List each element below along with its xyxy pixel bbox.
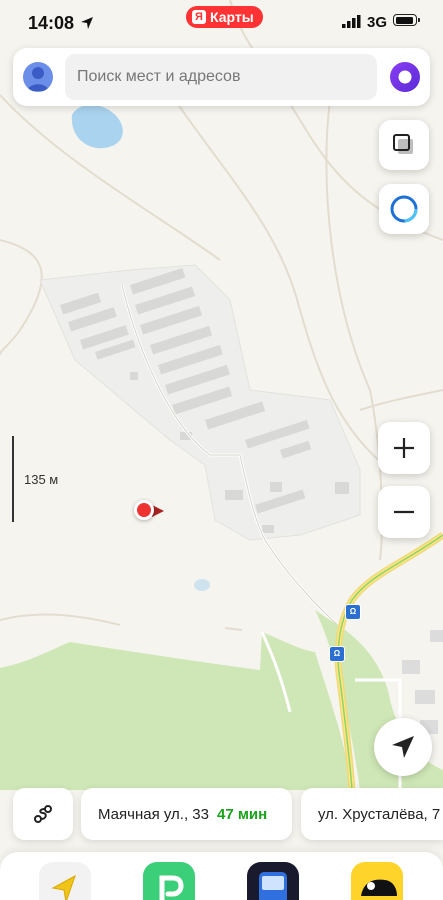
app-badge-label: Карты bbox=[210, 9, 254, 25]
alice-button[interactable] bbox=[379, 184, 429, 234]
scale-label: 135 м bbox=[24, 472, 59, 487]
pond bbox=[194, 579, 210, 591]
search-input[interactable]: Поиск мест и адресов bbox=[65, 54, 377, 100]
location-arrow-icon bbox=[81, 17, 93, 29]
signal-icon bbox=[342, 15, 361, 28]
yandex-logo: Я bbox=[192, 10, 206, 24]
shortcut-chip[interactable]: ул. Хрусталёва, 7 bbox=[301, 788, 443, 840]
search-bar: Поиск мест и адресов bbox=[13, 48, 430, 106]
bus-icon bbox=[259, 872, 287, 900]
status-bar: 14:08 Я Карты 3G bbox=[0, 0, 443, 46]
alice-ring-icon bbox=[390, 195, 418, 223]
route-icon bbox=[34, 805, 52, 823]
zoom-in-button[interactable] bbox=[378, 422, 430, 474]
shortcut-chip[interactable]: Маячная ул., 33 47 мин bbox=[81, 788, 292, 840]
scale-bar bbox=[12, 436, 14, 522]
status-time: 14:08 bbox=[28, 13, 75, 33]
avatar[interactable] bbox=[23, 62, 53, 92]
navigator-app-tile[interactable] bbox=[39, 862, 91, 900]
map-canvas[interactable] bbox=[0, 0, 443, 900]
locate-me-button[interactable] bbox=[374, 718, 432, 776]
taxi-icon bbox=[361, 879, 397, 896]
shortcut-chips: Маячная ул., 33 47 мин ул. Хрусталёва, 7 bbox=[0, 788, 443, 842]
parking-icon bbox=[159, 875, 184, 900]
route-toggle-button[interactable] bbox=[13, 788, 73, 840]
minus-icon bbox=[394, 510, 414, 514]
layers-icon bbox=[393, 134, 413, 154]
route-number-badge: Ω bbox=[329, 646, 345, 662]
parking-app-tile[interactable] bbox=[143, 862, 195, 900]
navigation-arrow-icon bbox=[392, 736, 414, 758]
route-number-badge: Ω bbox=[345, 604, 361, 620]
bottom-panel bbox=[0, 852, 443, 900]
shortcut-address: ул. Хрусталёва, 7 bbox=[318, 805, 441, 823]
network-type: 3G bbox=[367, 14, 388, 31]
app-badge[interactable]: Я Карты bbox=[186, 6, 263, 28]
shortcut-address: Маячная ул., 33 bbox=[98, 805, 209, 823]
zoom-out-button[interactable] bbox=[378, 486, 430, 538]
user-location-pin bbox=[134, 500, 154, 520]
navigator-icon bbox=[51, 874, 76, 900]
transport-app-tile[interactable] bbox=[247, 862, 299, 900]
alice-icon[interactable] bbox=[389, 61, 421, 93]
plus-icon bbox=[394, 438, 414, 458]
layers-button[interactable] bbox=[379, 120, 429, 170]
battery-icon bbox=[393, 14, 420, 26]
taxi-app-tile[interactable] bbox=[351, 862, 403, 900]
shortcut-eta: 47 мин bbox=[216, 805, 268, 823]
user-icon bbox=[27, 67, 49, 91]
